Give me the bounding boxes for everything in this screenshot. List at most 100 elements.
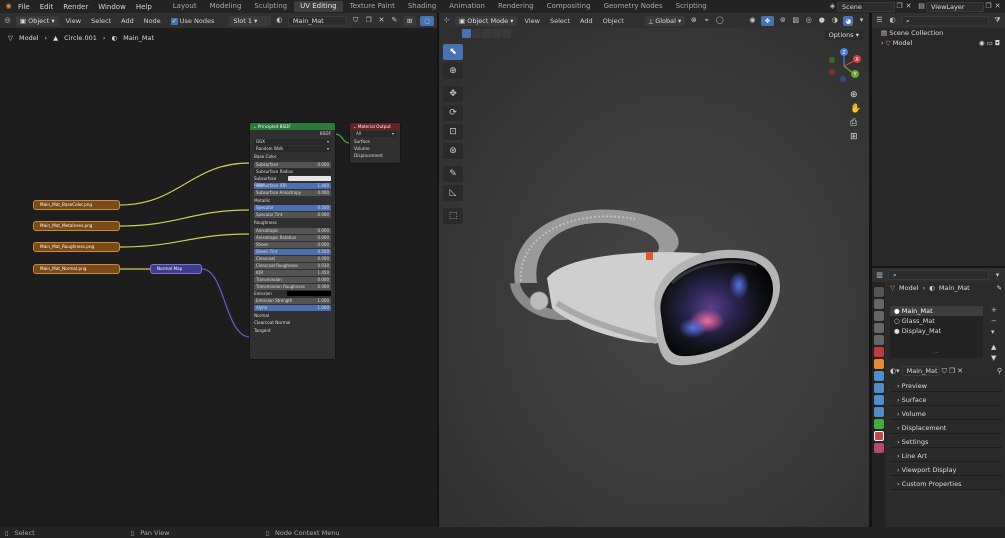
bsdf-input-row[interactable]: Clearcoat 0.000 (254, 255, 331, 262)
property-section-header[interactable]: › Line Art (890, 450, 1002, 462)
property-section-header[interactable]: › Volume (890, 408, 1002, 420)
world-tab-icon[interactable] (873, 347, 884, 357)
use-nodes-checkbox[interactable]: ✓ Use Nodes (168, 17, 218, 25)
overlay-icon[interactable]: ⊚ (778, 16, 787, 25)
slot-dropdown[interactable]: Slot 1 ▾ (229, 15, 271, 26)
mode-dropdown[interactable]: ▣ Object Mode ▾ (455, 15, 518, 26)
node-menu-node[interactable]: Node (141, 17, 164, 25)
viewport-menu-object[interactable]: Object (600, 17, 627, 25)
proportional-edit-icon[interactable]: ◯ (715, 16, 724, 25)
add-slot-icon[interactable]: + (991, 306, 997, 314)
node-canvas[interactable]: ▽ Model › ▲ Circle.001 › ◐ Main_Mat Main_Ma… (0, 28, 437, 527)
output-target-dropdown[interactable]: All ▾ (354, 131, 396, 137)
render-camera-icon[interactable]: ◘ (995, 38, 1000, 48)
menu-edit[interactable]: Edit (35, 3, 59, 11)
scene-tab-icon[interactable] (873, 335, 884, 345)
gizmo-toggle[interactable]: ✥ (760, 15, 775, 26)
material-output-node[interactable]: ⌄ Material Output All ▾ Surface Volume Di… (350, 123, 400, 163)
workspace-tab[interactable]: Compositing (541, 1, 597, 12)
material-tab-icon[interactable] (873, 431, 884, 441)
data-tab-icon[interactable] (873, 419, 884, 429)
workspace-tab[interactable]: Geometry Nodes (598, 1, 669, 12)
render-tab-icon[interactable] (873, 299, 884, 309)
normal-map-node[interactable]: Normal Map (150, 264, 202, 274)
overlay-toggle[interactable]: ◌ (420, 15, 434, 26)
pivot-icon[interactable]: ⊗ (689, 16, 698, 25)
link-icon[interactable]: ⚲ (997, 367, 1002, 375)
material-browse-icon[interactable]: ◐▾ (890, 367, 900, 375)
bsdf-input-row[interactable]: IOR 1.450 (254, 269, 331, 276)
bsdf-input-row[interactable]: Sheen Tint 0.500 (254, 248, 331, 255)
snap-icon[interactable]: ⌖ (702, 16, 711, 25)
pan-hand-icon[interactable]: ✋ (850, 104, 861, 114)
property-section-header[interactable]: › Surface (890, 394, 1002, 406)
view-layer-tab-icon[interactable] (873, 323, 884, 333)
texture-tab-icon[interactable] (873, 443, 884, 453)
bsdf-input-row[interactable]: Transmission 0.000 (254, 276, 331, 283)
workspace-tab[interactable]: Modeling (204, 1, 248, 12)
outliner-row-collection[interactable]: ▤ Scene Collection (872, 28, 1005, 38)
zoom-icon[interactable]: ⊕ (850, 90, 861, 100)
texture-node-roughness[interactable]: Main_Mat_Roughness.png (33, 242, 120, 252)
workspace-tab[interactable]: Shading (402, 1, 442, 12)
shading-options-icon[interactable]: ▾ (857, 16, 866, 25)
bsdf-input-row[interactable]: Subsurface Color (254, 175, 331, 187)
transform-orientation-dropdown[interactable]: ⟂ Global ▾ (644, 15, 686, 26)
scene-icon[interactable]: ◈ (828, 2, 837, 11)
workspace-tab[interactable]: UV Editing (294, 1, 343, 12)
modifier-tab-icon[interactable] (873, 371, 884, 381)
measure-tool-icon[interactable]: ◺ (443, 185, 463, 201)
bsdf-input-row[interactable]: Sheen 0.000 (254, 241, 331, 248)
viewport-menu-select[interactable]: Select (547, 17, 573, 25)
material-datablock-field[interactable]: Main_Mat (901, 366, 940, 376)
outliner-row-model[interactable]: › ▽ Model ◉ ▭ ◘ (872, 38, 1005, 48)
editor-type-icon[interactable]: ⊹ (442, 16, 451, 25)
outliner-search-input[interactable]: ⌕ (901, 15, 989, 26)
scale-tool-icon[interactable]: ⊡ (443, 124, 463, 140)
shield-icon[interactable]: ⛉ (942, 367, 947, 376)
menu-render[interactable]: Render (58, 3, 93, 11)
move-up-icon[interactable]: ▲ (991, 343, 997, 351)
select-box-tool-icon[interactable]: ⬉ (443, 44, 463, 60)
visibility-eye-icon[interactable]: ◉ (979, 38, 985, 48)
bsdf-input-row[interactable]: Emission (254, 290, 331, 297)
bsdf-input-row[interactable]: Specular Tint 0.000 (254, 212, 331, 219)
material-slot-0[interactable]: ● Main_Mat (890, 306, 983, 316)
viewport-menu-view[interactable]: View (522, 17, 543, 25)
subsurface-method-dropdown[interactable]: Random Walk ▾ (254, 146, 331, 152)
copy-scene-icon[interactable]: ❐ (895, 2, 904, 11)
workspace-tab[interactable]: Rendering (492, 1, 540, 12)
annotate-tool-icon[interactable]: ✎ (443, 166, 463, 182)
unlink-material-icon[interactable]: ✕ (377, 16, 386, 25)
bsdf-input-row[interactable]: Subsurface IOR 1.400 (254, 182, 331, 189)
filter-icon[interactable]: ⧩ (993, 16, 1002, 25)
texture-node-basecolor[interactable]: Main_Mat_BaseColor.png (33, 200, 120, 210)
menu-file[interactable]: File (13, 3, 35, 11)
shading-solid-icon[interactable]: ● (817, 16, 826, 25)
visibility-icon[interactable]: ◉ (748, 16, 757, 25)
display-mode-icon[interactable]: ◐ (888, 16, 897, 25)
node-menu-view[interactable]: View (63, 17, 84, 25)
viewlayer-field[interactable]: ViewLayer (926, 1, 984, 12)
camera-icon[interactable]: ⎙ (850, 118, 861, 128)
workspace-tab[interactable]: Scripting (670, 1, 713, 12)
bsdf-input-row[interactable]: Clearcoat Roughness 0.030 (254, 262, 331, 269)
viewport-menu-add[interactable]: Add (577, 17, 596, 25)
select-extend-icon[interactable] (472, 29, 481, 38)
viewport-canvas[interactable]: Options ▾ ⬉ ⊕ ✥ ⟳ ⊡ ⊛ ✎ ◺ ⬚ Z X Y ⊕ ✋ ⎙ … (439, 28, 869, 527)
output-tab-icon[interactable] (873, 311, 884, 321)
shading-wireframe-icon[interactable]: ◎ (804, 16, 813, 25)
select-new-icon[interactable] (462, 29, 471, 38)
texture-node-normal[interactable]: Main_Mat_Normal.png (33, 264, 120, 274)
xray-icon[interactable]: ▨ (791, 16, 800, 25)
bsdf-input-row[interactable]: Emission Strength 1.000 (254, 297, 331, 304)
bsdf-input-row[interactable]: Alpha 1.000 (254, 304, 331, 311)
workspace-tab[interactable]: Texture Paint (344, 1, 401, 12)
close-viewlayer-icon[interactable]: ✕ (993, 2, 1002, 11)
select-subtract-icon[interactable] (482, 29, 491, 38)
physics-tab-icon[interactable] (873, 395, 884, 405)
node-menu-add[interactable]: Add (118, 17, 137, 25)
bsdf-input-row[interactable]: Specular 0.500 (254, 205, 331, 212)
material-name-field[interactable]: Main_Mat (287, 15, 348, 26)
property-section-header[interactable]: › Viewport Display (890, 464, 1002, 476)
